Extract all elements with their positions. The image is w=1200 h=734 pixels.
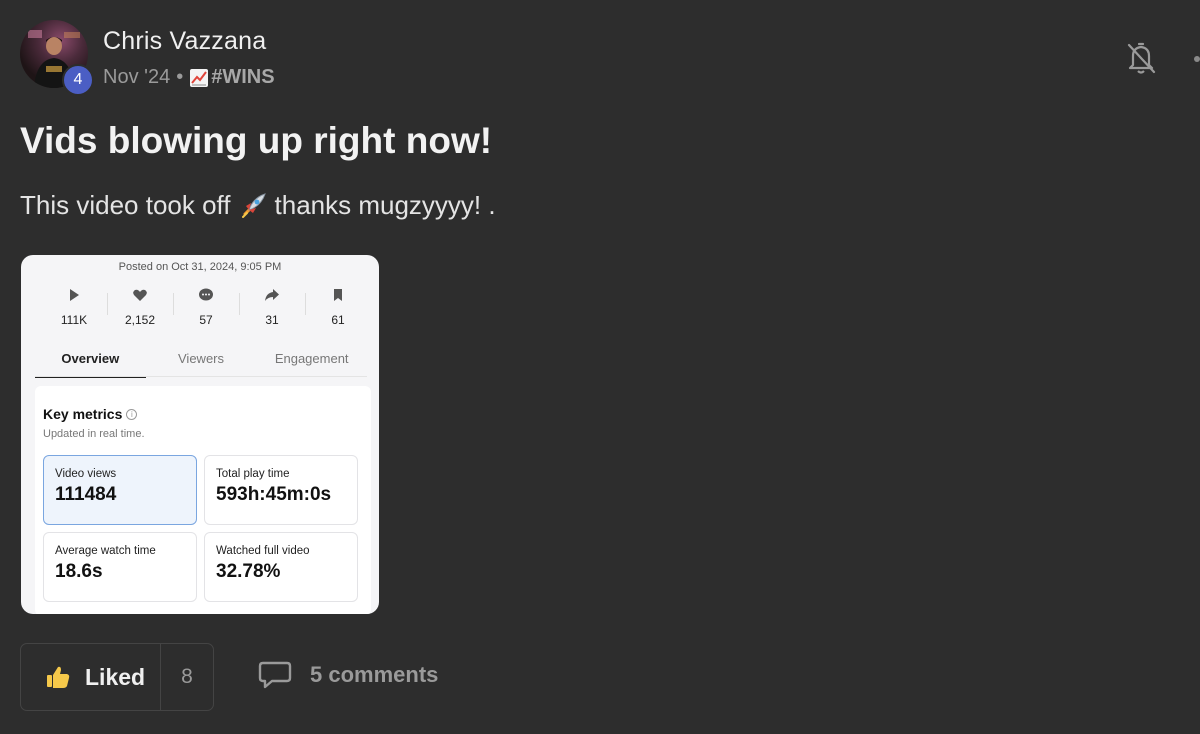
comments-label: 5 comments [310,662,439,687]
key-metrics-heading: Key metrics i [43,406,138,422]
stat-value: 2,152 [124,313,156,327]
tab-engagement[interactable]: Engagement [256,351,367,378]
stat-value: 57 [199,313,213,327]
comment-icon [199,288,213,301]
more-options-icon[interactable] [1194,56,1200,62]
metric-value: 111484 [55,484,117,505]
post-date: Nov '24 [103,66,171,88]
tab-overview[interactable]: Overview [35,351,146,378]
stat-plays: 111K [41,287,107,327]
post-title: Vids blowing up right now! [20,120,493,161]
post-card: 4 Chris Vazzana Nov '24 • #WINS Vids blo… [0,0,1200,734]
posted-date: Posted on Oct 31, 2024, 9:05 PM [118,261,282,273]
like-count[interactable]: 8 [160,644,213,710]
bookmark-icon [334,289,342,301]
stat-value: 31 [265,313,279,327]
metric-value: 18.6s [55,561,103,582]
heart-icon [133,289,147,301]
metric-label: Video views [55,468,117,480]
metric-video-views: Video views 111484 [43,455,197,525]
rocket-icon [241,192,266,218]
metric-average-watch-time: Average watch time 18.6s [43,532,197,602]
key-metrics-panel: Key metrics i Updated in real time. Vide… [35,386,371,614]
stat-value: 61 [331,313,345,327]
comment-bubble-icon [258,661,292,689]
post-meta: Nov '24 • #WINS [103,66,275,89]
category-label: #WINS [211,66,275,88]
metric-watched-full-video: Watched full video 32.78% [204,532,358,602]
metric-label: Total play time [216,468,290,480]
stat-saves: 61 [305,287,371,327]
level-badge: 4 [62,64,94,96]
play-icon [70,289,79,301]
metric-value: 593h:45m:0s [216,484,332,505]
metric-label: Watched full video [216,545,310,557]
bell-off-icon[interactable] [1124,40,1158,76]
like-control: Liked 8 [20,643,214,711]
chart-increasing-icon [190,68,209,87]
metric-total-play-time: Total play time 593h:45m:0s [204,455,358,525]
meta-separator: • [176,66,184,88]
key-metrics-title: Key metrics [43,406,123,422]
key-metrics-subtitle: Updated in real time. [43,428,145,440]
metric-value: 32.78% [216,561,281,582]
post-body: This video took off thanks mugzyyyy! . [20,190,496,221]
like-button[interactable]: Liked [21,644,160,710]
analytics-tabs: Overview Viewers Engagement [35,351,367,378]
post-body-text-end: thanks mugzyyyy! . [274,190,496,220]
thumbs-up-icon [47,666,70,688]
comments-button[interactable]: 5 comments [258,660,438,690]
stat-likes: 2,152 [107,287,173,327]
stats-row: 111K 2,152 57 31 61 [41,287,371,327]
attached-image[interactable]: Posted on Oct 31, 2024, 9:05 PM 111K 2,1… [21,255,379,614]
category-link[interactable]: #WINS [189,66,275,89]
info-icon: i [126,408,138,420]
stat-comments: 57 [173,287,239,327]
like-label: Liked [85,663,146,690]
share-icon [265,289,279,301]
metric-label: Average watch time [55,545,156,557]
tabs-divider [35,376,367,377]
author-name[interactable]: Chris Vazzana [103,27,266,56]
stat-value: 111K [60,313,88,327]
tab-viewers[interactable]: Viewers [146,351,257,378]
stat-shares: 31 [239,287,305,327]
post-body-text: This video took off [20,190,231,220]
